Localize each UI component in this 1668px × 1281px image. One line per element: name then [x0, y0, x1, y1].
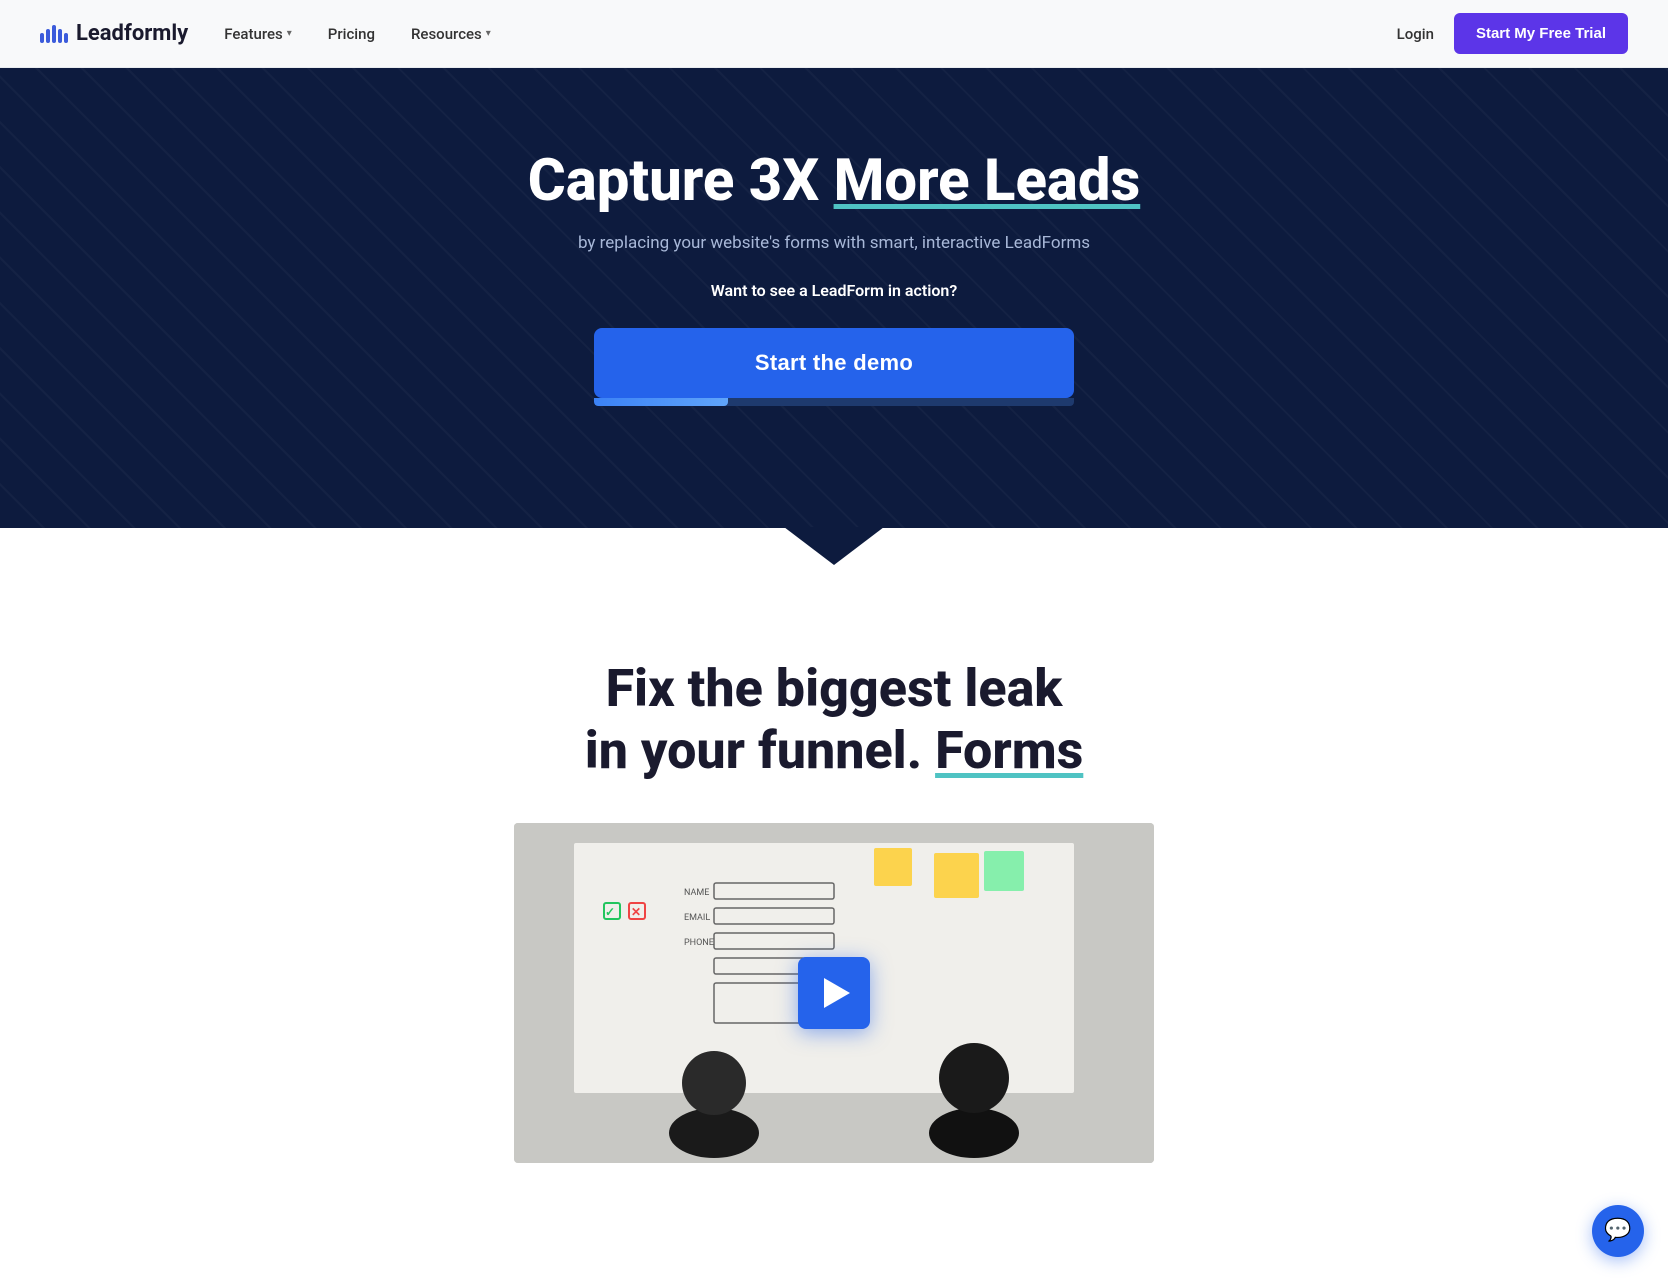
nav-right: Login Start My Free Trial [1397, 13, 1628, 54]
hero-title: Capture 3X More Leads [20, 148, 1648, 215]
play-button-overlay [514, 823, 1154, 1163]
logo-icon [40, 25, 68, 43]
navbar: Leadformly Features ▾ Pricing Resources … [0, 0, 1668, 68]
chat-widget[interactable]: 💬 [1592, 1205, 1644, 1257]
section2-title-line1: Fix the biggest leak [606, 658, 1063, 719]
nav-left: Leadformly Features ▾ Pricing Resources … [40, 21, 491, 46]
logo-text: Leadformly [76, 21, 188, 46]
progress-bar-fill [594, 398, 728, 406]
hero-section: Capture 3X More Leads by replacing your … [0, 68, 1668, 528]
logo-bar-1 [40, 33, 44, 43]
features-chevron-icon: ▾ [287, 28, 292, 39]
nav-resources[interactable]: Resources ▾ [411, 25, 491, 43]
logo-bar-3 [52, 25, 56, 43]
video-container: NAME EMAIL PHONE ✓ ✕ [514, 823, 1154, 1163]
nav-features[interactable]: Features ▾ [224, 25, 292, 43]
chat-icon: 💬 [1604, 1220, 1631, 1242]
section-divider [0, 528, 1668, 578]
section2-title-line2: in your funnel. [585, 720, 935, 781]
logo[interactable]: Leadformly [40, 21, 188, 46]
hero-title-highlight: More Leads [834, 147, 1141, 215]
hero-subtitle: by replacing your website's forms with s… [20, 233, 1648, 253]
login-link[interactable]: Login [1397, 25, 1434, 43]
progress-bar-container [594, 398, 1074, 406]
section2-title-highlight: Forms [935, 720, 1083, 781]
pricing-label: Pricing [328, 25, 375, 43]
section2-title: Fix the biggest leak in your funnel. For… [20, 658, 1648, 783]
start-trial-button[interactable]: Start My Free Trial [1454, 13, 1628, 54]
logo-bar-5 [64, 33, 68, 43]
hero-question: Want to see a LeadForm in action? [20, 281, 1648, 300]
logo-bar-2 [46, 29, 50, 43]
demo-button[interactable]: Start the demo [594, 328, 1074, 398]
play-icon [824, 978, 850, 1008]
logo-bar-4 [58, 29, 62, 43]
resources-chevron-icon: ▾ [486, 28, 491, 39]
nav-pricing[interactable]: Pricing [328, 25, 375, 43]
play-button[interactable] [798, 957, 870, 1029]
hero-title-part1: Capture 3X [528, 147, 834, 215]
features-label: Features [224, 25, 282, 43]
video-thumbnail: NAME EMAIL PHONE ✓ ✕ [514, 823, 1154, 1163]
section2: Fix the biggest leak in your funnel. For… [0, 578, 1668, 1203]
resources-label: Resources [411, 25, 482, 43]
demo-button-wrap: Start the demo [594, 328, 1074, 406]
